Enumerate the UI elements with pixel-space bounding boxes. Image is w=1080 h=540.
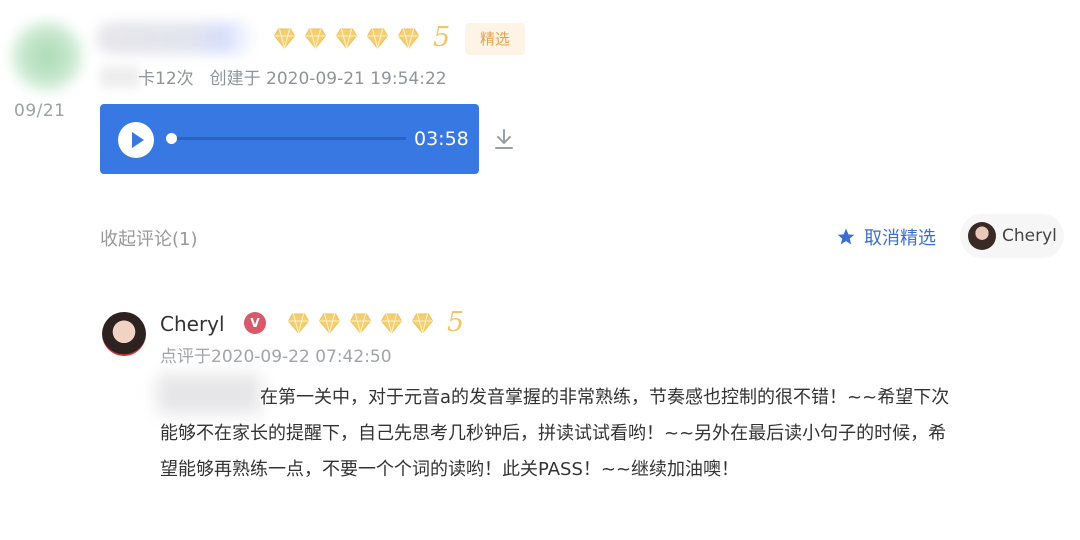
audio-duration: 03:58	[414, 128, 469, 150]
download-icon[interactable]	[494, 128, 514, 150]
unfeature-label: 取消精选	[864, 228, 936, 249]
audio-player[interactable]: 03:58	[100, 104, 479, 174]
star-icon	[837, 228, 855, 245]
heart-rating-icon	[318, 313, 341, 334]
checkin-count: 卡12次	[138, 69, 194, 89]
collapse-comments-link[interactable]: 收起评论(1)	[100, 225, 198, 251]
audio-progress-thumb[interactable]	[166, 133, 177, 144]
checkin-prefix-blurred	[100, 66, 140, 88]
featured-badge: 精选	[465, 23, 525, 55]
submission-meta: 卡12次 创建于 2020-09-21 19:54:22	[138, 64, 447, 89]
heart-rating-icon	[349, 313, 372, 334]
student-avatar	[8, 20, 86, 92]
heart-rating-icon	[287, 313, 310, 334]
rating-score: 5	[433, 22, 451, 53]
heart-rating-icon	[397, 28, 420, 49]
review-comment-text: 在第一关中，对于元音a的发音掌握的非常熟练，节奏感也控制的很不错！~~希望下次能…	[160, 387, 950, 480]
heart-rating-icon	[366, 28, 389, 49]
audio-progress-track[interactable]	[170, 137, 406, 140]
heart-rating-icon	[273, 28, 296, 49]
play-button[interactable]	[118, 122, 154, 158]
heart-rating-icon	[380, 313, 403, 334]
play-icon	[132, 132, 144, 148]
heart-rating-icon	[335, 28, 358, 49]
review-date: 点评于2020-09-22 07:42:50	[160, 347, 392, 367]
heart-rating-icon	[411, 313, 434, 334]
teacher-chip-avatar	[968, 222, 996, 250]
verified-icon: V	[244, 312, 266, 334]
teacher-chip-name: Cheryl	[1002, 226, 1057, 246]
unfeature-button[interactable]: 取消精选	[836, 224, 936, 250]
teacher-avatar	[102, 312, 146, 356]
teacher-name: Cheryl	[160, 312, 225, 336]
student-name-blurred	[96, 22, 256, 54]
review-comment: 在第一关中，对于元音a的发音掌握的非常熟练，节奏感也控制的很不错！~~希望下次能…	[160, 380, 950, 488]
teacher-chip[interactable]: Cheryl	[960, 214, 1064, 258]
review-score: 5	[447, 307, 465, 338]
submission-side-date: 09/21	[14, 101, 66, 121]
review-rating: 5	[286, 309, 464, 336]
created-time: 创建于 2020-09-21 19:54:22	[209, 69, 447, 89]
submission-rating: 5	[272, 24, 450, 51]
heart-rating-icon	[304, 28, 327, 49]
